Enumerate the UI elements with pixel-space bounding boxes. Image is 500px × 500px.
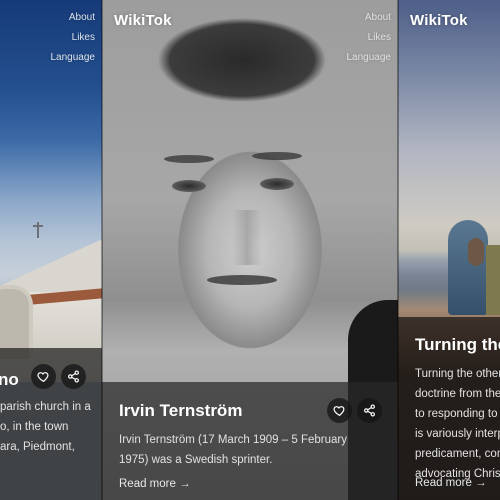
card-divider [101, 0, 103, 500]
description-line: o, in the town [0, 421, 69, 433]
nav-language[interactable]: Language [347, 51, 392, 64]
description-line: is variously interp [415, 428, 500, 440]
portrait-brow-left [164, 155, 214, 163]
nav-language[interactable]: Language [51, 51, 96, 64]
read-more-link[interactable]: Read more → [119, 478, 191, 490]
description-line: parish church in a [0, 401, 91, 413]
article-title[interactable]: Turning the [415, 335, 500, 355]
description-line: Turning the other [415, 368, 500, 380]
painting-figure-robe [486, 245, 500, 315]
heart-icon [37, 372, 49, 382]
nav-about[interactable]: About [365, 11, 391, 24]
share-icon [68, 370, 79, 383]
church-cross [33, 222, 43, 238]
article-description: parish church in a o, in the town ara, P… [0, 397, 91, 457]
description-line: doctrine from the [415, 388, 500, 400]
portrait-nose [232, 210, 262, 265]
description-line: ara, Piedmont, [0, 441, 75, 453]
painting-hooded-figure [448, 220, 488, 315]
painting-figure-face [468, 238, 484, 266]
article-info-panel: Turning the Turning the other doctrine f… [398, 317, 500, 500]
like-button[interactable] [31, 364, 56, 389]
article-description: Turning the other doctrine from the to r… [415, 364, 500, 484]
article-info-panel: no parish church in a o, in the town ara… [0, 348, 102, 500]
article-card-next[interactable]: WikiTok Turning the Turning the other do… [398, 0, 500, 500]
article-card-current[interactable]: WikiTok About Likes Language Irvin Terns… [102, 0, 398, 500]
article-info-panel: Irvin Ternström Irvin Ternström (17 Marc… [102, 382, 398, 500]
nav-likes[interactable]: Likes [72, 31, 95, 44]
description-line: predicament, con [415, 448, 500, 460]
portrait-eye-left [172, 180, 206, 192]
share-icon [364, 404, 375, 417]
portrait-eye-right [260, 178, 294, 190]
top-nav: About Likes Language [347, 11, 392, 64]
article-description: Irvin Ternström (17 March 1909 – 5 Febru… [119, 434, 347, 466]
description-line: to responding to [415, 408, 498, 420]
brand-logo[interactable]: WikiTok [114, 12, 172, 29]
wikitok-feed[interactable]: About Likes Language no parish church in… [0, 0, 500, 500]
top-nav: About Likes Language [51, 11, 96, 64]
share-button[interactable] [61, 364, 86, 389]
portrait-brow-right [252, 152, 302, 160]
nav-about[interactable]: About [69, 11, 95, 24]
portrait-mouth [207, 275, 277, 285]
brand-logo[interactable]: WikiTok [410, 12, 468, 29]
article-card-previous[interactable]: About Likes Language no parish church in… [0, 0, 102, 500]
article-title[interactable]: Irvin Ternström [119, 401, 242, 421]
heart-icon [333, 406, 345, 416]
read-more-link[interactable]: Read more → [415, 477, 487, 489]
like-button[interactable] [327, 398, 352, 423]
card-divider [397, 0, 399, 500]
nav-likes[interactable]: Likes [368, 31, 391, 44]
share-button[interactable] [357, 398, 382, 423]
article-title[interactable]: no [0, 370, 19, 390]
